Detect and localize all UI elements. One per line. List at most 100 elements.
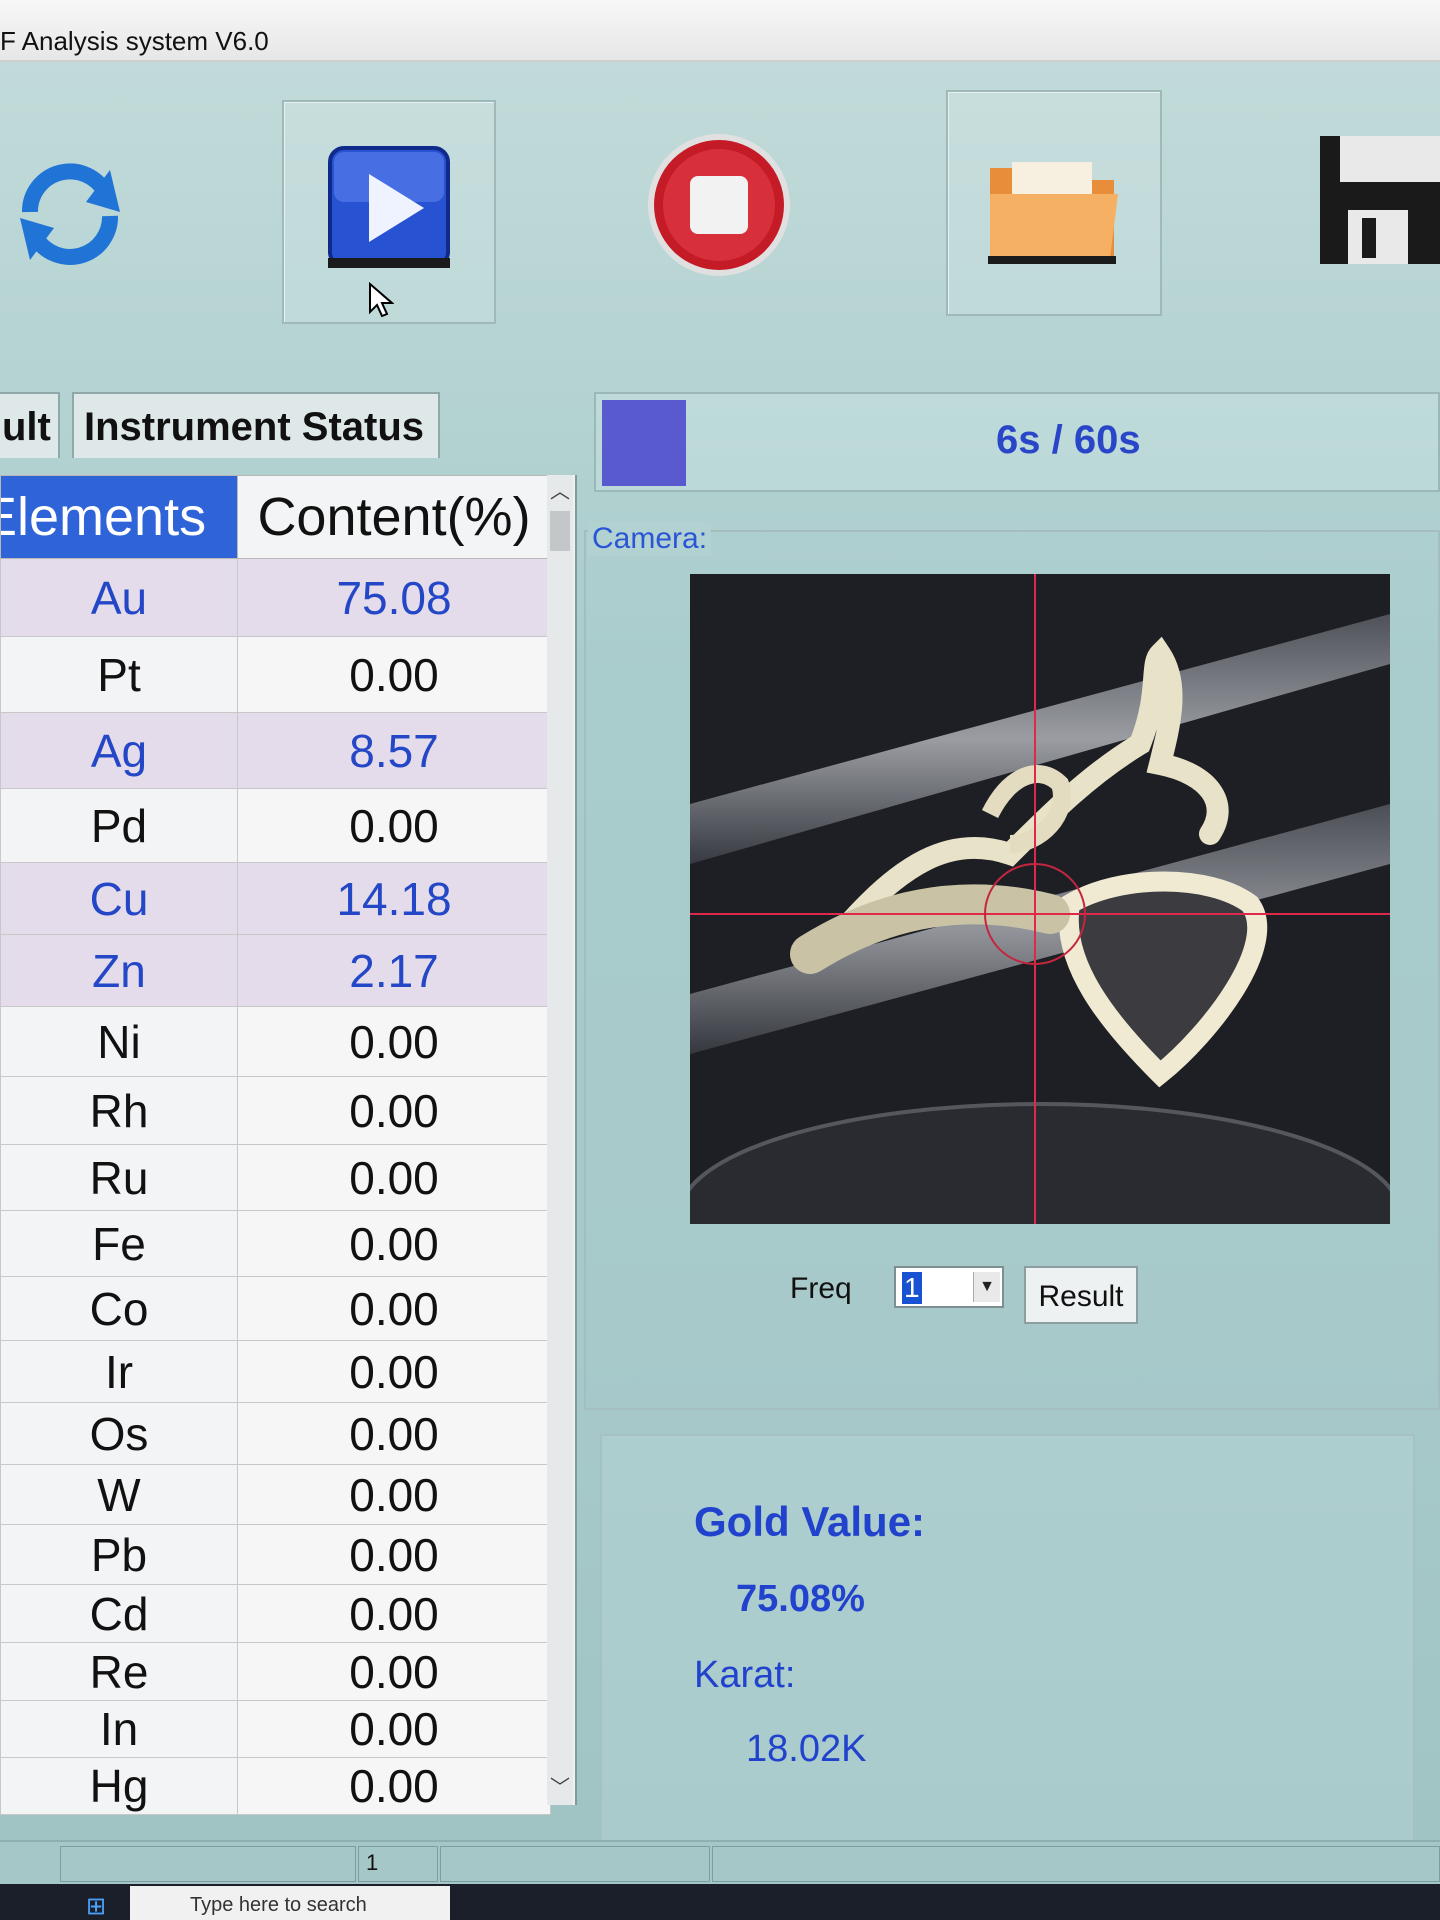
taskbar-search[interactable]: Type here to search xyxy=(130,1886,450,1920)
karat-value: 18.02K xyxy=(746,1728,867,1770)
table-row[interactable]: Ag 8.57 xyxy=(0,712,551,789)
element-content: 0.00 xyxy=(237,1006,551,1077)
save-icon xyxy=(1320,136,1440,264)
scroll-down-icon[interactable]: ﹀ xyxy=(547,1775,573,1801)
header-elements[interactable]: Elements xyxy=(0,475,238,559)
table-row[interactable]: Zn 2.17 xyxy=(0,934,551,1007)
elements-table-panel: Elements Content(%) Au 75.08 Pt 0.00 Ag 8.57 P… xyxy=(0,475,577,1815)
table-row[interactable]: Pb 0.00 xyxy=(0,1524,551,1585)
element-symbol: Co xyxy=(0,1276,238,1341)
table-row[interactable]: Re 0.00 xyxy=(0,1642,551,1701)
table-header-row: Elements Content(%) xyxy=(0,475,551,559)
element-symbol: Hg xyxy=(0,1757,238,1815)
element-symbol: W xyxy=(0,1464,238,1525)
play-icon xyxy=(328,146,450,268)
tab-result[interactable]: ult xyxy=(0,392,60,458)
chevron-down-icon[interactable]: ▼ xyxy=(973,1272,1000,1302)
table-row[interactable]: Au 75.08 xyxy=(0,558,551,637)
elements-table: Elements Content(%) Au 75.08 Pt 0.00 Ag 8.57 P… xyxy=(0,475,551,1815)
start-button[interactable] xyxy=(282,100,496,324)
element-content: 0.00 xyxy=(237,788,551,863)
tab-bar: ult Instrument Status xyxy=(0,392,590,464)
progress-time: 6s / 60s xyxy=(996,418,1141,462)
element-symbol: Pb xyxy=(0,1524,238,1585)
element-content: 0.00 xyxy=(237,1642,551,1701)
freq-label: Freq xyxy=(790,1272,852,1305)
header-content[interactable]: Content(%) xyxy=(237,475,551,559)
element-content: 2.17 xyxy=(237,934,551,1007)
element-symbol: Ni xyxy=(0,1006,238,1077)
table-row[interactable]: Os 0.00 xyxy=(0,1402,551,1465)
scroll-thumb[interactable] xyxy=(550,511,570,551)
stop-icon xyxy=(648,134,790,276)
table-row[interactable]: Cd 0.00 xyxy=(0,1584,551,1643)
windows-start-icon[interactable]: ⊞ xyxy=(86,1892,106,1920)
table-row[interactable]: In 0.00 xyxy=(0,1700,551,1758)
folder-icon xyxy=(988,162,1118,264)
refresh-button[interactable] xyxy=(10,152,130,272)
status-cell xyxy=(712,1846,1440,1882)
status-cell xyxy=(60,1846,356,1882)
table-row[interactable]: Rh 0.00 xyxy=(0,1076,551,1145)
gold-value-label: Gold Value: xyxy=(694,1498,926,1545)
element-content: 0.00 xyxy=(237,1464,551,1525)
element-symbol: Pt xyxy=(0,636,238,713)
element-content: 0.00 xyxy=(237,1144,551,1211)
element-content: 0.00 xyxy=(237,1076,551,1145)
camera-feed-picture xyxy=(690,574,1390,1224)
os-taskbar: ⊞ Type here to search xyxy=(0,1884,1440,1920)
progress-bar-fill xyxy=(602,400,686,486)
refresh-icon xyxy=(20,163,120,265)
table-row[interactable]: Cu 14.18 xyxy=(0,862,551,935)
table-row[interactable]: Co 0.00 xyxy=(0,1276,551,1341)
status-page-number: 1 xyxy=(366,1850,379,1875)
freq-value: 1 xyxy=(902,1272,922,1304)
window-title: F Analysis system V6.0 xyxy=(0,26,269,56)
element-content: 0.00 xyxy=(237,1757,551,1815)
element-content: 14.18 xyxy=(237,862,551,935)
element-symbol: Pd xyxy=(0,788,238,863)
element-symbol: Au xyxy=(0,558,238,637)
open-folder-button[interactable] xyxy=(946,90,1162,316)
status-cell xyxy=(440,1846,710,1882)
mouse-cursor-icon xyxy=(369,282,394,318)
element-symbol: Ag xyxy=(0,712,238,789)
freq-select[interactable]: 1 ▼ xyxy=(894,1266,1004,1308)
table-row[interactable]: Fe 0.00 xyxy=(0,1210,551,1277)
camera-image xyxy=(690,574,1390,1224)
element-symbol: Cd xyxy=(0,1584,238,1643)
table-row[interactable]: Pt 0.00 xyxy=(0,636,551,713)
element-content: 0.00 xyxy=(237,1524,551,1585)
element-symbol: In xyxy=(0,1700,238,1758)
element-symbol: Zn xyxy=(0,934,238,1007)
taskbar-search-placeholder: Type here to search xyxy=(190,1894,367,1916)
tab-instrument-status[interactable]: Instrument Status xyxy=(72,392,440,458)
element-symbol: Rh xyxy=(0,1076,238,1145)
element-content: 0.00 xyxy=(237,1402,551,1465)
element-symbol: Cu xyxy=(0,862,238,935)
save-button[interactable] xyxy=(1318,134,1440,266)
elements-table-body: Au 75.08 Pt 0.00 Ag 8.57 Pd 0.00 Cu 14.18 Zn 2.17 Ni… xyxy=(0,558,551,1815)
element-symbol: Ru xyxy=(0,1144,238,1211)
title-bar: F Analysis system V6.0 xyxy=(0,0,1440,62)
table-row[interactable]: W 0.00 xyxy=(0,1464,551,1525)
table-row[interactable]: Hg 0.00 xyxy=(0,1757,551,1815)
element-content: 0.00 xyxy=(237,1340,551,1403)
scroll-up-icon[interactable]: ︿ xyxy=(547,479,573,505)
element-content: 0.00 xyxy=(237,636,551,713)
table-scrollbar[interactable]: ︿ ﹀ xyxy=(547,475,573,1805)
status-bar: 1 xyxy=(0,1840,1440,1886)
measurement-progress: 6s / 60s xyxy=(594,392,1440,492)
table-row[interactable]: Ru 0.00 xyxy=(0,1144,551,1211)
table-row[interactable]: Ir 0.00 xyxy=(0,1340,551,1403)
element-content: 75.08 xyxy=(237,558,551,637)
element-symbol: Re xyxy=(0,1642,238,1701)
stop-button[interactable] xyxy=(646,132,792,278)
result-button[interactable]: Result xyxy=(1024,1266,1138,1324)
table-row[interactable]: Ni 0.00 xyxy=(0,1006,551,1077)
table-row[interactable]: Pd 0.00 xyxy=(0,788,551,863)
karat-label: Karat: xyxy=(694,1654,796,1696)
camera-label: Camera: xyxy=(588,522,712,556)
element-content: 0.00 xyxy=(237,1584,551,1643)
element-content: 0.00 xyxy=(237,1700,551,1758)
